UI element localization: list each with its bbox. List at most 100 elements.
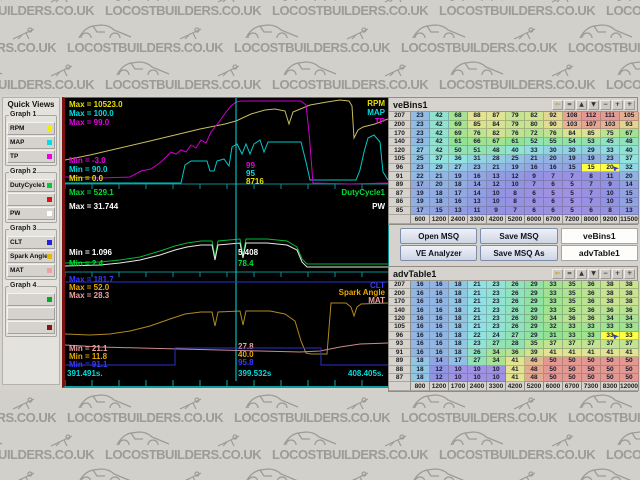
table-cell[interactable]: 16: [411, 306, 430, 315]
table-cell[interactable]: 9: [487, 206, 506, 216]
table-cell[interactable]: 24: [487, 331, 506, 341]
table-cell[interactable]: 19: [582, 155, 601, 164]
table-cell[interactable]: 10: [487, 198, 506, 207]
table-cell[interactable]: 23: [411, 120, 430, 130]
table-cell[interactable]: 5: [563, 180, 582, 190]
table-cell[interactable]: 51: [468, 146, 487, 156]
save-msq-as-button[interactable]: Save MSQ As: [480, 245, 558, 261]
table-cell[interactable]: 50: [449, 146, 468, 156]
table-cell[interactable]: 23: [468, 163, 487, 173]
table-cell[interactable]: 6: [544, 198, 563, 207]
table-cell[interactable]: 18: [449, 331, 468, 341]
ve-analyzer-button[interactable]: VE Analyzer: [400, 245, 478, 261]
table-cell[interactable]: 18: [449, 314, 468, 324]
table-cell[interactable]: 36: [620, 306, 639, 315]
table-cell[interactable]: 48: [525, 373, 544, 383]
table-cell[interactable]: 12: [506, 172, 525, 181]
table-cell[interactable]: 13: [449, 206, 468, 216]
table-cell[interactable]: 76: [468, 129, 487, 138]
table-cell[interactable]: 29: [525, 281, 544, 290]
table-cell[interactable]: 12: [430, 373, 449, 383]
table-cell[interactable]: 16: [544, 163, 563, 173]
equals-icon[interactable]: =: [564, 99, 575, 110]
table-cell[interactable]: 48: [487, 146, 506, 156]
table-cell[interactable]: 50: [620, 365, 639, 374]
table-cell[interactable]: 10: [506, 180, 525, 190]
table-cell[interactable]: 14: [620, 180, 639, 190]
table-cell[interactable]: 6: [525, 206, 544, 216]
graph-canvas[interactable]: Max = 10523.0 Max = 100.0 Max = 99.0 Min = …: [62, 97, 389, 388]
table-cell[interactable]: 16: [430, 348, 449, 358]
table-cell[interactable]: 35: [563, 297, 582, 307]
table-cell[interactable]: 23: [468, 340, 487, 349]
table-cell[interactable]: 20: [430, 180, 449, 190]
table-cell[interactable]: 105: [620, 112, 639, 121]
table-cell[interactable]: 15: [620, 198, 639, 207]
table-cell[interactable]: 10: [449, 373, 468, 383]
table-cell[interactable]: 10: [468, 365, 487, 374]
table-cell[interactable]: 18: [411, 373, 430, 383]
asterisk-icon[interactable]: ✳: [624, 268, 635, 279]
table-cell[interactable]: 54: [563, 137, 582, 147]
back-icon[interactable]: ⇦: [552, 268, 563, 279]
channel-button-tp[interactable]: TP: [7, 150, 55, 163]
table-cell[interactable]: 37: [582, 340, 601, 349]
table-cell[interactable]: 8: [582, 172, 601, 181]
table-cell[interactable]: 50: [601, 373, 620, 383]
table-cell[interactable]: 41: [563, 348, 582, 358]
table-cell[interactable]: 21: [468, 314, 487, 324]
table-cell[interactable]: 32: [544, 323, 563, 332]
table-cell[interactable]: 38: [601, 289, 620, 298]
table-cell[interactable]: 26: [506, 289, 525, 298]
table-cell[interactable]: 107: [582, 120, 601, 130]
tab-vebins1[interactable]: veBins1: [560, 228, 638, 244]
table-cell[interactable]: 16: [411, 297, 430, 307]
table-cell[interactable]: 41: [544, 348, 563, 358]
table-cell[interactable]: 17: [411, 180, 430, 190]
table-cell[interactable]: 33: [582, 331, 601, 341]
table-cell[interactable]: 112: [582, 112, 601, 121]
table-cell[interactable]: 16: [430, 331, 449, 341]
table-cell[interactable]: 42: [430, 137, 449, 147]
table-cell[interactable]: 29: [525, 297, 544, 307]
table-cell[interactable]: 75: [601, 129, 620, 138]
table-cell[interactable]: 50: [601, 357, 620, 366]
table-cell[interactable]: 111: [601, 112, 620, 121]
table-cell[interactable]: 19: [411, 189, 430, 199]
table-cell[interactable]: 84: [563, 129, 582, 138]
table-cell[interactable]: 18: [449, 281, 468, 290]
table-cell[interactable]: 18: [411, 357, 430, 366]
table-cell[interactable]: 23: [411, 129, 430, 138]
table-cell[interactable]: 103: [601, 120, 620, 130]
table-cell[interactable]: 23: [487, 297, 506, 307]
table-cell[interactable]: 35: [525, 340, 544, 349]
table-cell[interactable]: 9: [525, 172, 544, 181]
table-cell[interactable]: 16: [411, 289, 430, 298]
table-cell[interactable]: 21: [468, 297, 487, 307]
table-cell[interactable]: 30: [544, 146, 563, 156]
table-cell[interactable]: 14: [468, 189, 487, 199]
table-cell[interactable]: 33: [563, 331, 582, 341]
table-cell[interactable]: 48: [620, 137, 639, 147]
channel-button-empty[interactable]: [7, 307, 55, 320]
table-cell[interactable]: 26: [506, 323, 525, 332]
table-cell[interactable]: 14: [430, 357, 449, 366]
table-cell[interactable]: 6: [525, 189, 544, 199]
table-cell[interactable]: 16: [411, 340, 430, 349]
table-cell[interactable]: 90: [544, 120, 563, 130]
table-cell[interactable]: 21: [525, 155, 544, 164]
table-cell[interactable]: 10: [449, 365, 468, 374]
equals-icon[interactable]: =: [564, 268, 575, 279]
table-cell[interactable]: 33: [544, 289, 563, 298]
table-cell[interactable]: 50: [582, 357, 601, 366]
table-cell[interactable]: 50: [563, 365, 582, 374]
table-cell[interactable]: 6: [544, 180, 563, 190]
table-cell[interactable]: 40: [620, 146, 639, 156]
table-cell[interactable]: 36: [582, 314, 601, 324]
table-cell[interactable]: 19: [449, 172, 468, 181]
table-cell[interactable]: 76: [544, 129, 563, 138]
table-cell[interactable]: 39: [525, 348, 544, 358]
table-cell[interactable]: 34: [487, 348, 506, 358]
table-cell[interactable]: 33 ➤: [601, 331, 620, 341]
table-cell[interactable]: 5: [563, 206, 582, 216]
